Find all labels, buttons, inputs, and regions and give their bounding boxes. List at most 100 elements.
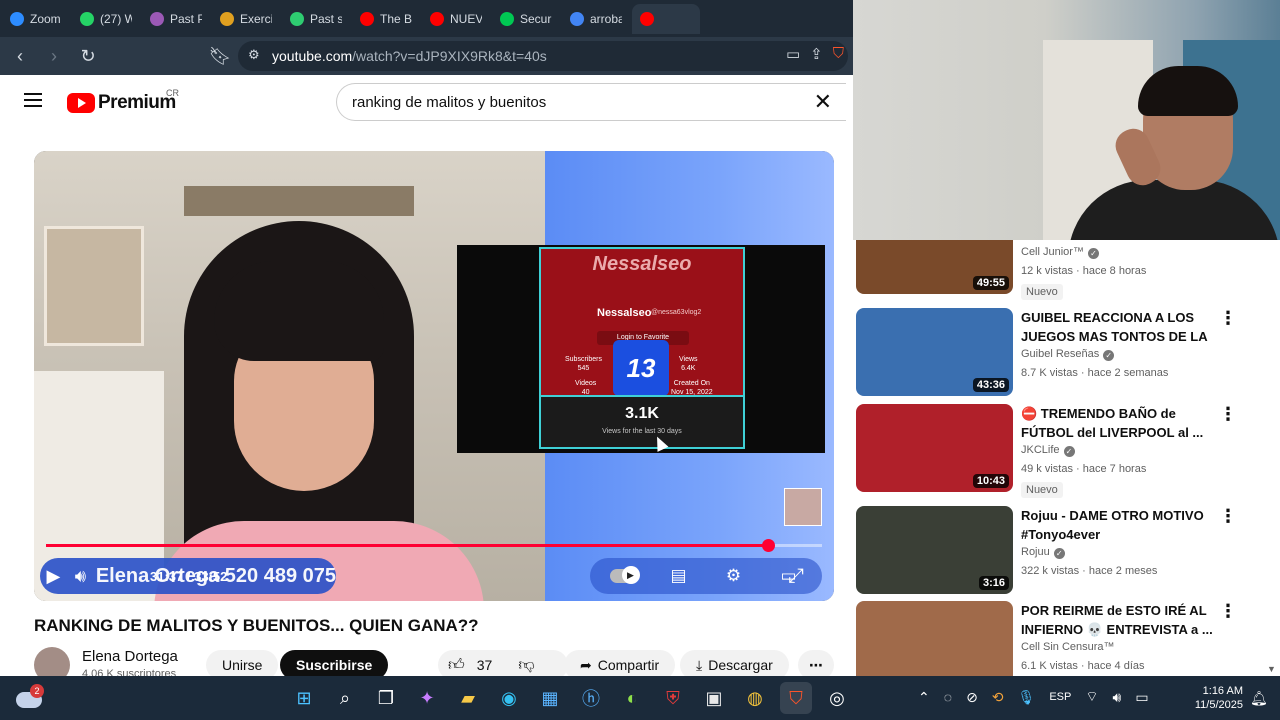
country-code: CR — [166, 88, 179, 98]
tray-network-off-icon[interactable]: ⊘ — [966, 689, 978, 706]
cast-icon[interactable]: ▭ — [786, 45, 800, 63]
browser-tab[interactable]: (27) Wha — [72, 4, 140, 34]
thumbs-up-icon: 👍︎ — [448, 656, 465, 674]
tab-favicon-icon — [220, 11, 234, 26]
more-options-icon[interactable]: ⋮ — [1219, 602, 1237, 620]
recommended-video[interactable]: 3:16 Rojuu - DAME OTRO MOTIVO #Tonyo4ever… — [856, 506, 1280, 596]
tray-sync-icon[interactable]: ⟲ — [992, 689, 1004, 706]
settings-gear-icon[interactable]: ⚙ — [718, 558, 750, 594]
autoplay-toggle[interactable] — [608, 558, 640, 594]
url-field[interactable]: ⚙ youtube.com/watch?v=dJP9XIX9Rk8&t=40s … — [238, 41, 848, 71]
video-channel[interactable]: Rojuu ✓ — [1021, 546, 1065, 559]
hp-icon[interactable]: ⓗ — [575, 682, 607, 714]
volume-icon[interactable]: 🔊︎ — [67, 558, 94, 594]
download-icon: ⤓ — [696, 656, 703, 673]
notification-icon[interactable]: 🔔︎ — [1250, 690, 1268, 707]
reload-icon[interactable]: ↻ — [74, 42, 102, 70]
weather-widget[interactable]: 2 — [16, 684, 44, 710]
more-options-icon[interactable]: ⋮ — [1219, 405, 1237, 423]
video-meta: 12 k vistas · hace 8 horas — [1021, 265, 1147, 277]
video-channel[interactable]: Cell Junior™ ✓ — [1021, 246, 1099, 259]
video-thumbnail[interactable]: 49:55 — [856, 240, 1013, 294]
bookmark-icon[interactable]: 🔖︎ — [206, 42, 234, 70]
back-icon[interactable]: ‹ — [6, 42, 34, 70]
video-title[interactable]: ⛔ TREMENDO BAÑO de FÚTBOL del LIVERPOOL … — [1021, 404, 1216, 442]
url-path: /watch?v=dJP9XIX9Rk8&t=40s — [352, 48, 547, 64]
store-icon[interactable]: ▦ — [534, 682, 566, 714]
dollhouse — [44, 226, 144, 346]
battery-icon[interactable]: ▭ — [1135, 689, 1148, 706]
brave-shield-icon[interactable]: ⛉ — [833, 45, 844, 63]
file-explorer-icon[interactable]: ▰ — [452, 682, 484, 714]
download-label: Descargar — [708, 657, 773, 673]
browser-tab[interactable] — [632, 3, 700, 34]
browser-tab[interactable]: Security — [492, 4, 560, 34]
search-icon[interactable]: ⌕ — [329, 682, 361, 714]
speaker-icon[interactable]: 🔊︎ — [1113, 689, 1122, 706]
app-icon[interactable]: ◐ — [616, 682, 648, 714]
edge-icon[interactable]: ◉ — [493, 682, 525, 714]
brave-icon[interactable]: ⛉ — [780, 682, 812, 714]
video-thumbnail[interactable] — [856, 601, 1013, 676]
browser-tab[interactable]: arroba - — [562, 4, 630, 34]
thumbs-down-icon[interactable]: 👎︎ — [518, 656, 534, 675]
subtitles-icon[interactable]: ▤ — [663, 558, 695, 594]
video-title[interactable]: Rojuu - DAME OTRO MOTIVO #Tonyo4ever — [1021, 506, 1216, 544]
forward-icon[interactable]: › — [40, 42, 68, 70]
webcam-overlay — [853, 0, 1280, 240]
chrome-icon[interactable]: ◍ — [739, 682, 771, 714]
browser-tab[interactable]: Past simp — [282, 4, 350, 34]
recommended-video[interactable]: POR REIRME de ESTO IRÉ AL INFIERNO 💀 ENT… — [856, 601, 1280, 676]
video-title[interactable]: POR REIRME de ESTO IRÉ AL INFIERNO 💀 ENT… — [1021, 601, 1216, 639]
site-settings-icon[interactable]: ⚙ — [248, 47, 260, 63]
share-icon[interactable]: ⇪ — [810, 45, 823, 63]
video-channel[interactable]: Guibel Reseñas ✓ — [1021, 348, 1115, 361]
language-indicator[interactable]: ESP — [1049, 691, 1071, 703]
recommended-video[interactable]: 10:43 ⛔ TREMENDO BAÑO de FÚTBOL del LIVER… — [856, 404, 1280, 498]
video-channel[interactable]: Cell Sin Censura™ — [1021, 641, 1115, 653]
menu-icon[interactable] — [24, 93, 42, 107]
channel-name: JKCLife — [1021, 444, 1060, 456]
browser-tab[interactable]: Past Perf — [142, 4, 210, 34]
video-title[interactable]: GUIBEL REACCIONA A LOS JUEGOS MAS TONTOS… — [1021, 308, 1216, 346]
task-view-icon[interactable]: ❐ — [370, 682, 402, 714]
more-options-icon[interactable]: ⋮ — [1219, 507, 1237, 525]
more-options-icon[interactable]: ⋮ — [1219, 309, 1237, 327]
video-thumbnail[interactable]: 10:43 — [856, 404, 1013, 492]
video-thumbnail[interactable]: 3:16 — [856, 506, 1013, 594]
channel-name: Cell Sin Censura™ — [1021, 641, 1115, 653]
browser-tab[interactable]: Exercise — [212, 4, 280, 34]
channel-name[interactable]: Elena Dortega — [82, 648, 178, 665]
search-input[interactable]: ranking de malitos y buenitos ✕ — [336, 83, 846, 121]
video-meta: 322 k vistas · hace 2 meses — [1021, 565, 1158, 577]
tray-chevron-icon[interactable]: ⌃ — [918, 689, 930, 706]
browser-tab[interactable]: NUEVA F — [422, 4, 490, 34]
weather-badge: 2 — [30, 684, 44, 698]
wifi-icon[interactable]: ⌔ — [1085, 688, 1098, 706]
fullscreen-icon[interactable]: ⤢ — [778, 558, 814, 594]
recommended-video[interactable]: 43:36 GUIBEL REACCIONA A LOS JUEGOS MAS T… — [856, 308, 1280, 398]
tray-app-icon[interactable]: ◌ — [944, 689, 952, 705]
office-app-icon[interactable]: ▣ — [698, 682, 730, 714]
browser-tab[interactable]: The Black — [352, 4, 420, 34]
tab-favicon-icon — [360, 11, 374, 26]
video-channel[interactable]: JKCLife ✓ — [1021, 444, 1075, 457]
channel-watermark[interactable] — [784, 488, 822, 526]
mcafee-icon[interactable]: ⛨ — [657, 682, 689, 714]
play-icon[interactable]: ▶ — [40, 558, 67, 594]
tab-label: NUEVA F — [450, 11, 482, 26]
obs-icon[interactable]: ◎ — [821, 682, 853, 714]
taskbar-clock[interactable]: 1:16 AM 11/5/2025 — [1187, 684, 1243, 712]
copilot-icon[interactable]: ✦ — [411, 682, 443, 714]
tab-favicon-icon — [150, 11, 164, 26]
browser-tab[interactable]: Zoom Lir — [2, 4, 70, 34]
video-thumbnail[interactable]: 43:36 — [856, 308, 1013, 396]
browser-tab-bar: Zoom Lir (27) Wha Past Perf Exercise Past si… — [0, 0, 853, 37]
microphone-icon[interactable]: 🎙︎ — [1018, 689, 1036, 706]
progress-scrubber[interactable] — [761, 539, 775, 552]
clear-search-icon[interactable]: ✕ — [814, 91, 832, 113]
windows-start-icon[interactable]: ⊞ — [288, 682, 320, 714]
monthly-views-label: Views for the last 30 days — [602, 428, 682, 435]
video-player[interactable]: Nessalseo Nessalseo @nessa63vlog2 Login … — [34, 151, 834, 601]
youtube-premium-logo[interactable]: Premium — [67, 92, 176, 114]
